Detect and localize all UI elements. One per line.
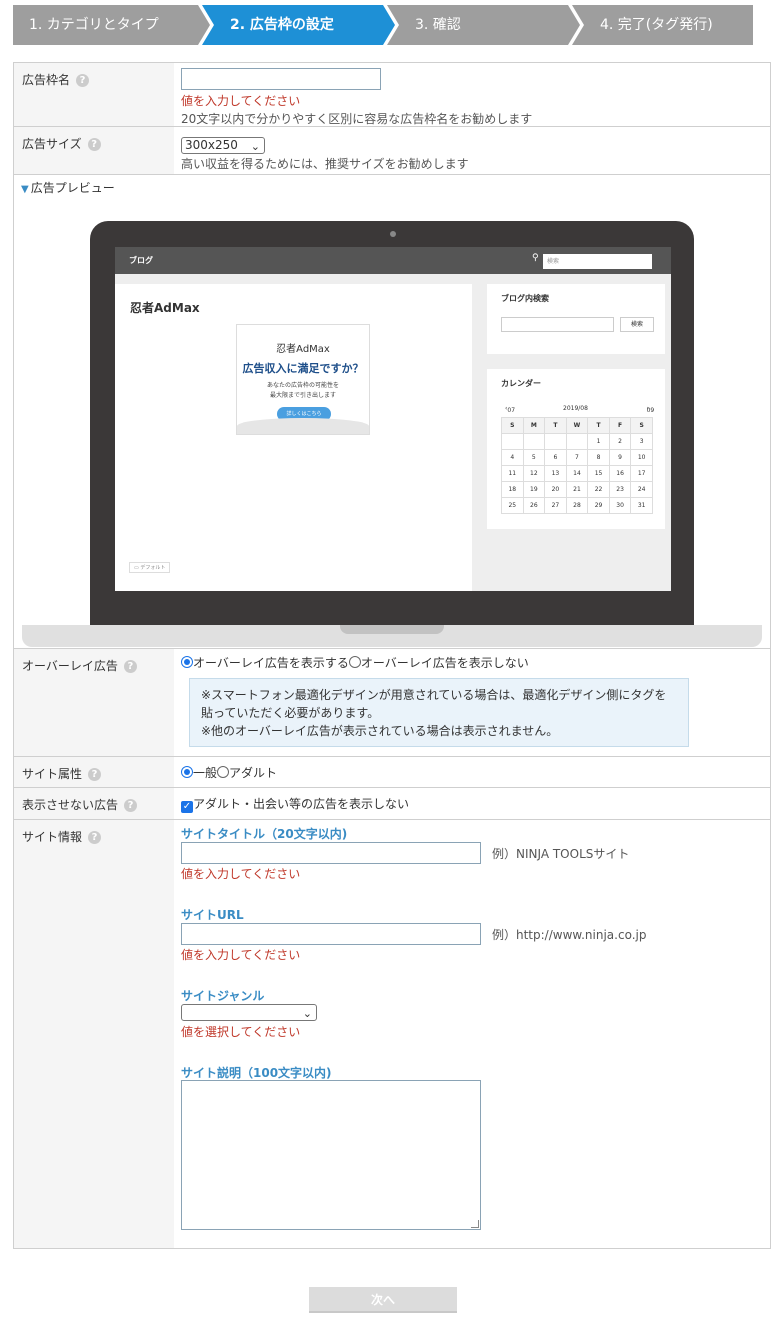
overlay-hide-label[interactable]: オーバーレイ広告を表示しない: [361, 656, 529, 670]
ad-headline: 広告収入に満足ですか？: [242, 362, 364, 375]
row-site-info: サイト情報? サイトタイトル（20文字以内) 例）NINJA TOOLSサイト …: [14, 820, 770, 1248]
preview-screen: ブログ ⚲ 検索 忍者AdMax 忍者AdMax 広告収入に満足ですか？ あなた…: [115, 247, 671, 591]
row-hidden-ads: 表示させない広告? ✓ アダルト・出会い等の広告を表示しない: [14, 788, 770, 820]
mock-search-input: [501, 317, 614, 332]
general-radio[interactable]: [181, 766, 193, 778]
ad-logo: 忍者AdMax: [276, 344, 330, 355]
ad-slot-form: 広告枠名? 値を入力してください 20文字以内で分かりやすく区別に容易な広告枠名…: [13, 62, 771, 1249]
chevron-down-icon: ⌄: [250, 140, 260, 153]
ad-size-hint: 高い収益を得るためには、推奨サイズをお勧めします: [181, 157, 469, 171]
mock-main-column: 忍者AdMax 忍者AdMax 広告収入に満足ですか？ あなたの広告枠の可能性を…: [115, 284, 472, 591]
site-description-label: サイト説明（100文字以内): [181, 1066, 332, 1080]
checkbox-checked-icon[interactable]: ✓: [181, 801, 193, 813]
mock-blog-label: ブログ: [129, 256, 153, 265]
site-genre-label: サイトジャンル: [181, 989, 265, 1003]
help-icon[interactable]: ?: [88, 831, 102, 844]
adult-label[interactable]: アダルト: [229, 766, 277, 780]
row-overlay: オーバーレイ広告? オーバーレイ広告を表示する オーバーレイ広告を表示しない ※ス…: [14, 649, 770, 757]
site-description-textarea[interactable]: [181, 1080, 481, 1230]
step-1-label: 1. カテゴリとタイプ: [29, 17, 159, 33]
row-ad-preview: ▼ 広告プレビュー ブログ ⚲ 検索 忍者AdMax 忍者AdMax 広告収入に満…: [14, 175, 770, 649]
help-icon[interactable]: ?: [123, 660, 137, 673]
step-3-label: 3. 確認: [415, 17, 461, 33]
mock-search-title: ブログ内検索: [501, 294, 549, 303]
help-icon[interactable]: ?: [87, 138, 101, 151]
calendar-table: SMTWTFS 123 4 5 6 7 8 9 10 11 12 13 14 15 16 17 18 19…: [501, 417, 653, 514]
site-title-label: サイトタイトル（20文字以内): [181, 827, 348, 841]
chevron-down-icon: ⌄: [302, 1007, 312, 1020]
hidden-ads-label: 表示させない広告: [22, 798, 119, 812]
mock-search-button: 検索: [620, 317, 654, 332]
next-button[interactable]: 次へ: [309, 1287, 457, 1313]
laptop-mockup: ブログ ⚲ 検索 忍者AdMax 忍者AdMax 広告収入に満足ですか？ あなた…: [90, 221, 694, 625]
mock-calendar: ‹ 07 2019/08 09 › SMTWTFS 123 4 5 6 7 8 9 10 1…: [501, 403, 655, 514]
mock-search-box: 検索: [543, 254, 652, 269]
overlay-hide-radio[interactable]: [348, 656, 361, 668]
overlay-label: オーバーレイ広告: [22, 659, 118, 673]
help-icon[interactable]: ?: [76, 74, 90, 87]
site-attribute-label: サイト属性: [22, 767, 83, 781]
ad-name-label: 広告枠名: [22, 73, 71, 87]
site-url-label: サイトURL: [181, 908, 244, 922]
ad-size-label: 広告サイズ: [22, 137, 82, 151]
laptop-base: [22, 625, 762, 647]
calendar-prev: ‹ 07: [505, 405, 516, 414]
mock-sidebar-calendar: カレンダー ‹ 07 2019/08 09 › SMTWTFS 123 4 5 …: [487, 369, 665, 529]
ad-preview-banner: 忍者AdMax 広告収入に満足ですか？ あなたの広告枠の可能性を 最大限まで引き出…: [236, 324, 370, 435]
row-ad-name: 広告枠名? 値を入力してください 20文字以内で分かりやすく区別に容易な広告枠名…: [14, 63, 770, 127]
preview-toggle[interactable]: ▼ 広告プレビュー: [21, 179, 115, 196]
resize-handle-icon[interactable]: [471, 1220, 479, 1228]
ad-name-input[interactable]: [181, 68, 381, 90]
site-title-input[interactable]: [181, 842, 481, 864]
ad-name-error: 値を入力してください: [181, 94, 301, 108]
mock-sidebar-search: ブログ内検索 検索: [487, 284, 665, 354]
general-label[interactable]: 一般: [193, 766, 217, 780]
mock-calendar-title: カレンダー: [501, 379, 541, 388]
ad-description: あなたの広告枠の可能性を 最大限まで引き出します: [266, 382, 339, 399]
site-url-error: 値を入力してください: [181, 948, 301, 962]
step-2-label: 2. 広告枠の設定: [230, 17, 334, 33]
overlay-show-label[interactable]: オーバーレイ広告を表示する: [193, 656, 349, 670]
calendar-month: 2019/08: [563, 405, 588, 412]
mock-header: ブログ ⚲ 検索: [115, 247, 671, 274]
site-genre-error: 値を選択してください: [181, 1025, 301, 1039]
camera-dot: [390, 231, 396, 237]
row-site-attribute: サイト属性? 一般 アダルト: [14, 757, 770, 788]
ad-name-hint: 20文字以内で分かりやすく区別に容易な広告枠名をお勧めします: [181, 112, 533, 126]
search-icon: ⚲: [532, 253, 539, 263]
mock-folder-tag: ▭ デフォルト: [129, 562, 171, 573]
overlay-show-radio[interactable]: [181, 656, 193, 668]
ad-wave-decoration: [237, 418, 369, 434]
mock-blog-title: 忍者AdMax: [130, 301, 200, 315]
row-ad-size: 広告サイズ? 300x250 ⌄ 高い収益を得るためには、推奨サイズをお勧めします: [14, 127, 770, 175]
site-url-input[interactable]: [181, 923, 481, 945]
site-info-label: サイト情報: [22, 830, 83, 844]
step-4-label: 4. 完了(タグ発行): [600, 17, 713, 33]
ad-size-select[interactable]: 300x250 ⌄: [181, 137, 265, 154]
hide-adult-label[interactable]: アダルト・出会い等の広告を表示しない: [193, 797, 409, 811]
help-icon[interactable]: ?: [124, 799, 138, 812]
chevron-down-icon: ▼: [21, 184, 29, 195]
adult-radio[interactable]: [217, 766, 230, 778]
step-progress-bar: 1. カテゴリとタイプ 2. 広告枠の設定 3. 確認 4. 完了(タグ発行): [13, 5, 753, 45]
calendar-next: 09 ›: [646, 405, 655, 414]
overlay-notice: ※スマートフォン最適化デザインが用意されている場合は、最適化デザイン側にタグを …: [189, 678, 689, 747]
site-url-example: 例）http://www.ninja.co.jp: [492, 928, 647, 942]
site-title-example: 例）NINJA TOOLSサイト: [492, 847, 630, 861]
site-genre-select[interactable]: ⌄: [181, 1004, 317, 1021]
site-title-error: 値を入力してください: [181, 867, 301, 881]
help-icon[interactable]: ?: [88, 768, 102, 781]
